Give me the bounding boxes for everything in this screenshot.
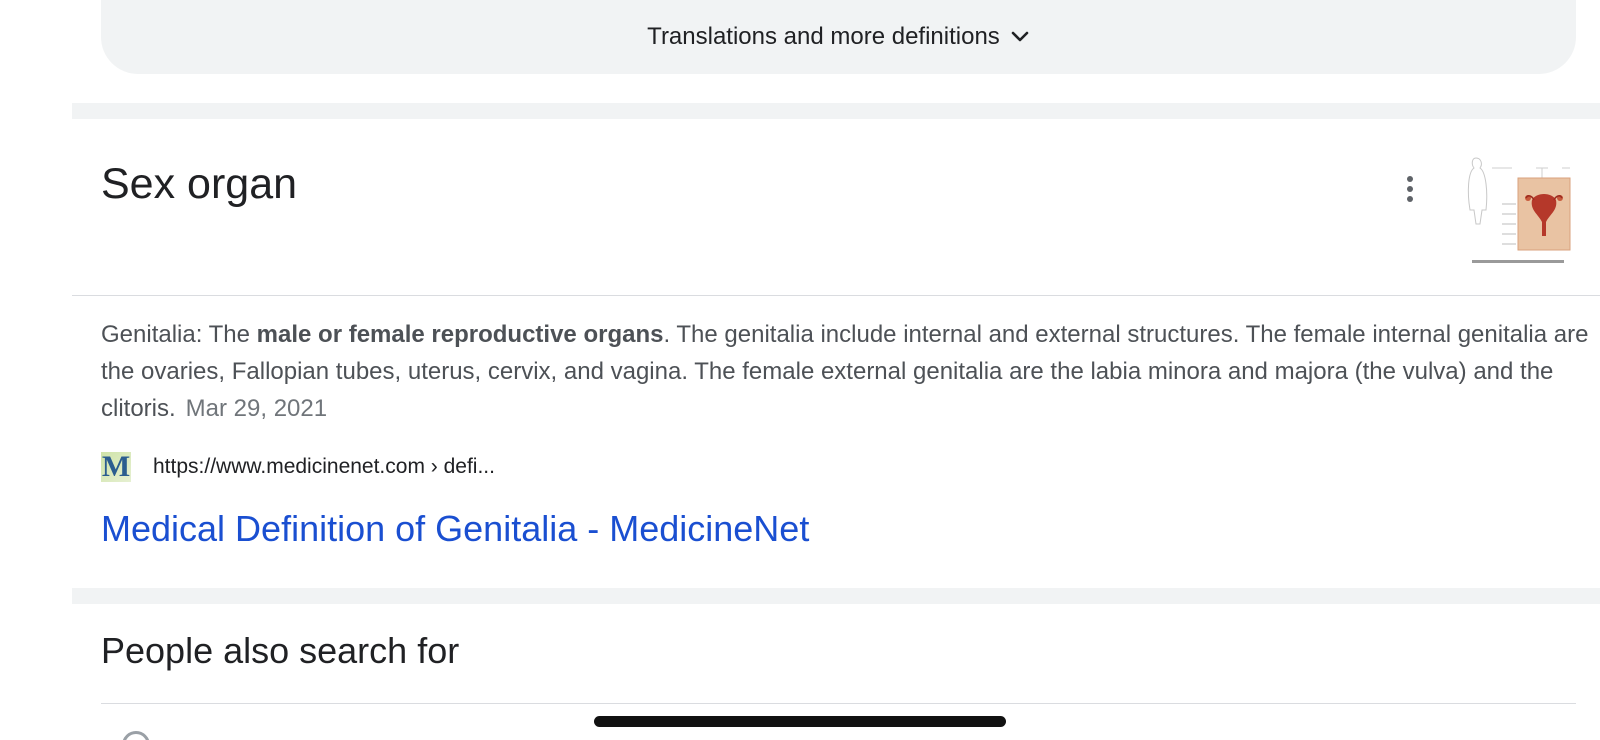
chevron-down-icon — [1010, 30, 1030, 44]
snippet-prefix: Genitalia: The — [101, 321, 257, 348]
section-separator — [72, 103, 1600, 119]
snippet-date: Mar 29, 2021 — [185, 395, 328, 422]
translations-and-more-definitions-button[interactable]: Translations and more definitions — [101, 0, 1576, 74]
source-url: https://www.medicinenet.com › defi... — [153, 455, 495, 478]
search-icon — [122, 731, 150, 740]
translations-button-label: Translations and more definitions — [647, 23, 1000, 50]
card-title: Sex organ — [101, 160, 298, 208]
section-separator — [72, 588, 1600, 604]
snippet-bold-text: male or female reproductive organs — [256, 321, 664, 348]
people-also-search-for-heading: People also search for — [101, 630, 460, 671]
source-row[interactable]: M https://www.medicinenet.com › defi... — [101, 450, 495, 484]
result-title-link[interactable]: Medical Definition of Genitalia - Medici… — [101, 508, 809, 550]
pasf-divider — [101, 703, 1576, 704]
card-divider — [72, 295, 1600, 296]
definition-snippet: Genitalia: The male or female reproducti… — [101, 316, 1591, 427]
reproductive-system-diagram-thumbnail[interactable] — [1462, 152, 1574, 272]
medicinenet-favicon-icon: M — [101, 450, 131, 483]
more-options-icon[interactable] — [1398, 172, 1422, 206]
search-results-page: Translations and more definitions Sex or… — [0, 0, 1600, 740]
home-indicator[interactable] — [594, 716, 1006, 727]
